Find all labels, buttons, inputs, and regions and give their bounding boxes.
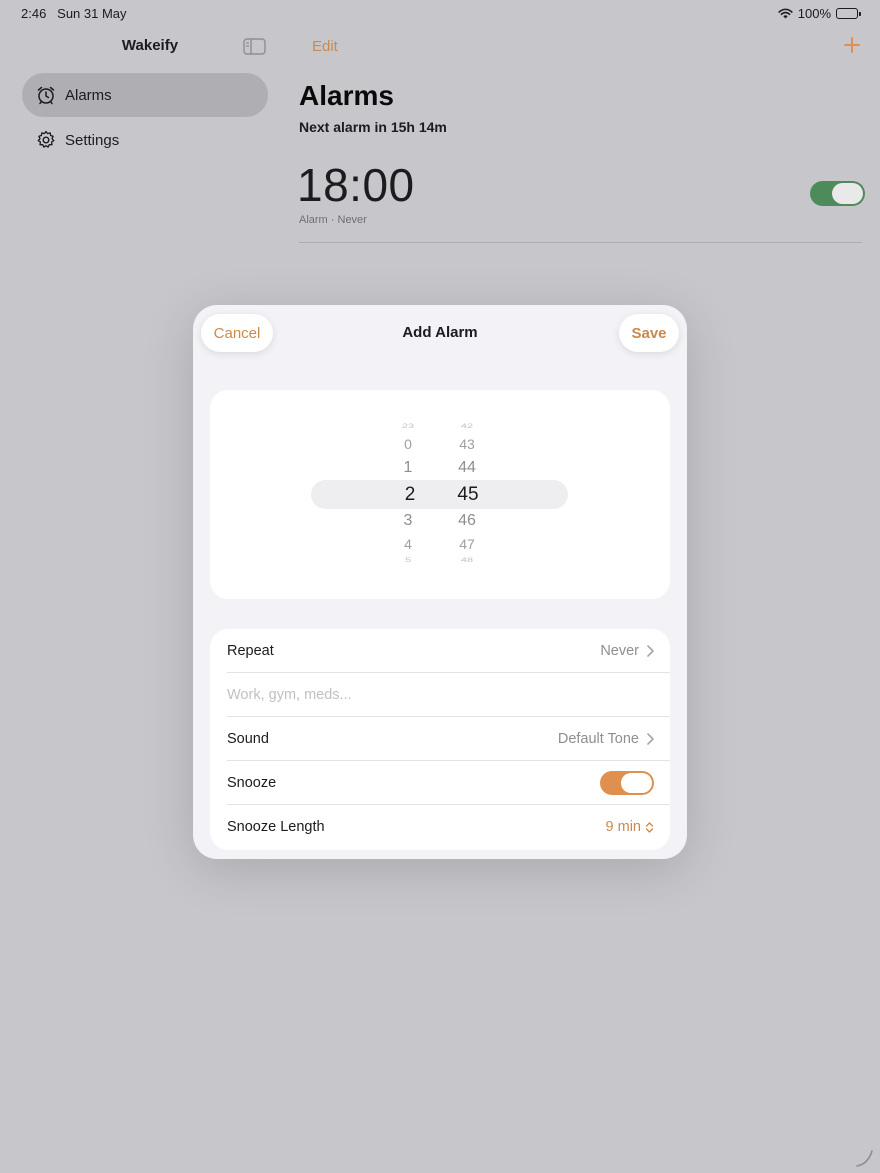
alarm-label: Alarm · Never	[299, 214, 367, 226]
status-bar: 2:46 Sun 31 May 100%	[0, 0, 880, 26]
sound-row[interactable]: Sound Default Tone	[210, 717, 670, 761]
sidebar-item-label: Settings	[65, 131, 120, 149]
sound-value: Default Tone	[557, 731, 639, 747]
chevron-right-icon	[647, 733, 654, 745]
sound-value-group: Default Tone	[558, 731, 654, 747]
battery-percent: 100%	[797, 6, 831, 21]
snooze-label: Snooze	[227, 775, 277, 791]
wifi-icon	[778, 8, 793, 19]
status-right: 100%	[778, 6, 861, 21]
hour-option[interactable]: 0	[388, 437, 428, 451]
save-button[interactable]: Save	[619, 314, 679, 352]
resize-handle-icon	[856, 1150, 873, 1167]
alarm-name-row[interactable]: Work, gym, meds...	[210, 673, 670, 717]
snooze-length-value-group[interactable]: 9 min	[606, 819, 654, 835]
hour-option[interactable]: 3	[388, 513, 428, 529]
time-picker[interactable]: 23 0 1 2 3 4 5 42 43 44 45 46 47 48	[210, 390, 670, 599]
chevron-right-icon	[647, 645, 654, 657]
status-time-date: 2:46 Sun 31 May	[21, 6, 127, 21]
next-alarm-subtitle: Next alarm in 15h 14m	[299, 119, 447, 135]
alarm-toggle[interactable]	[810, 181, 865, 206]
snooze-length-row[interactable]: Snooze Length 9 min	[210, 805, 670, 849]
battery-icon	[836, 8, 861, 19]
minute-option-selected[interactable]: 45	[448, 485, 488, 504]
page-title: Alarms	[299, 80, 394, 111]
hour-option-selected[interactable]: 2	[390, 485, 430, 504]
chevron-up-down-icon	[645, 821, 654, 833]
add-alarm-icon[interactable]	[842, 35, 862, 55]
snooze-length-label: Snooze Length	[227, 819, 325, 835]
repeat-value: Never	[600, 643, 639, 659]
alarm-options-form: Repeat Never Work, gym, meds... Sound De…	[210, 629, 670, 850]
hour-option[interactable]: 4	[388, 537, 428, 551]
snooze-row: Snooze	[210, 761, 670, 805]
sidebar-item-label: Alarms	[65, 86, 112, 104]
hour-option[interactable]: 5	[388, 557, 428, 564]
minute-option[interactable]: 43	[447, 437, 487, 451]
status-date: Sun 31 May	[57, 6, 127, 21]
minute-option[interactable]: 47	[447, 537, 487, 551]
minute-option[interactable]: 48	[447, 557, 487, 564]
gear-icon	[36, 130, 56, 150]
add-alarm-sheet: Cancel Add Alarm Save 23 0 1 2 3 4 5 42 …	[193, 305, 687, 859]
sheet-title: Add Alarm	[402, 324, 478, 341]
status-time: 2:46	[21, 6, 47, 21]
alarm-time[interactable]: 18:00	[297, 158, 415, 212]
hour-option[interactable]: 1	[388, 460, 428, 476]
alarm-name-input[interactable]: Work, gym, meds...	[227, 687, 352, 703]
minute-option[interactable]: 44	[447, 460, 487, 476]
toggle-knob	[832, 183, 863, 204]
snooze-length-value: 9 min	[605, 819, 641, 835]
sidebar-toggle-icon[interactable]	[243, 38, 266, 55]
minute-option[interactable]: 46	[447, 513, 487, 529]
hour-option[interactable]: 23	[388, 423, 428, 430]
repeat-value-group: Never	[600, 643, 654, 659]
divider	[299, 242, 862, 243]
sound-label: Sound	[227, 731, 269, 747]
snooze-toggle[interactable]	[600, 771, 654, 795]
minute-option[interactable]: 42	[447, 423, 487, 430]
repeat-row[interactable]: Repeat Never	[210, 629, 670, 673]
alarm-clock-icon	[36, 85, 56, 105]
edit-button[interactable]: Edit	[312, 38, 338, 55]
repeat-label: Repeat	[227, 643, 274, 659]
sidebar-item-settings[interactable]: Settings	[22, 118, 268, 162]
toggle-knob	[621, 773, 652, 793]
sidebar-item-alarms[interactable]: Alarms	[22, 73, 268, 117]
picker-selection-highlight	[311, 480, 568, 509]
